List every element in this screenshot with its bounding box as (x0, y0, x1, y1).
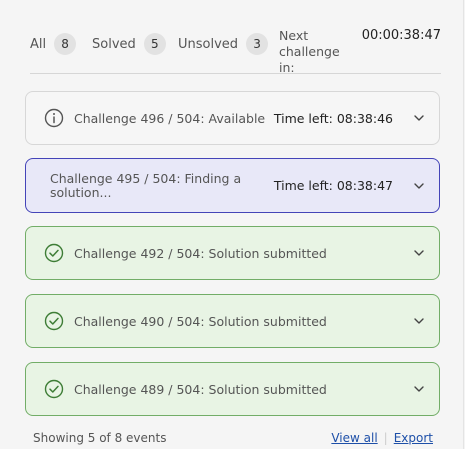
next-challenge-timer: 00:00:38:47 (361, 28, 441, 43)
challenge-title: Challenge 490 / 504: Solution submitted (74, 313, 327, 329)
info-icon (44, 108, 64, 128)
chevron-down-icon[interactable] (413, 383, 425, 395)
time-left: Time left: 08:38:47 (273, 178, 393, 193)
next-challenge-label: Next challenge in: (279, 28, 340, 75)
footer-links: View all | Export (331, 431, 433, 445)
challenge-title: Challenge 489 / 504: Solution submitted (74, 381, 327, 397)
challenge-card-496[interactable]: Challenge 496 / 504: Available Time left… (25, 91, 440, 145)
check-circle-icon (44, 311, 64, 331)
chevron-down-icon[interactable] (413, 112, 425, 124)
view-all-link[interactable]: View all (331, 431, 377, 445)
challenge-card-489[interactable]: Challenge 489 / 504: Solution submitted (25, 362, 440, 416)
chevron-down-icon[interactable] (413, 247, 425, 259)
challenge-card-492[interactable]: Challenge 492 / 504: Solution submitted (25, 226, 440, 280)
events-summary: Showing 5 of 8 events (33, 431, 167, 445)
filter-unsolved-count: 3 (246, 33, 269, 55)
filter-unsolved[interactable]: Unsolved 3 (178, 33, 269, 55)
check-circle-icon (44, 379, 64, 399)
check-circle-icon (44, 243, 64, 263)
filter-solved[interactable]: Solved 5 (92, 33, 166, 55)
filter-unsolved-label: Unsolved (178, 36, 239, 52)
challenge-title: Challenge 492 / 504: Solution submitted (74, 245, 327, 261)
challenge-card-495[interactable]: Challenge 495 / 504: Finding a solution.… (25, 158, 440, 213)
events-footer: Showing 5 of 8 events View all | Export (33, 431, 433, 445)
filter-solved-count: 5 (143, 33, 166, 55)
chevron-down-icon[interactable] (413, 315, 425, 327)
challenge-card-490[interactable]: Challenge 490 / 504: Solution submitted (25, 294, 440, 348)
filter-all-label: All (30, 36, 47, 52)
challenge-title: Challenge 496 / 504: Available (74, 110, 266, 126)
challenge-events-panel: All 8 Solved 5 Unsolved 3 Next challenge… (0, 0, 464, 449)
filter-all-count: 8 (54, 33, 77, 55)
time-left: Time left: 08:38:46 (273, 110, 393, 126)
chevron-down-icon[interactable] (413, 180, 425, 192)
challenge-title: Challenge 495 / 504: Finding a solution.… (50, 170, 242, 200)
link-separator: | (383, 431, 388, 445)
filter-solved-label: Solved (92, 36, 136, 52)
filter-all[interactable]: All 8 (30, 33, 77, 55)
filter-bar: All 8 Solved 5 Unsolved 3 Next challenge… (30, 28, 441, 75)
export-link[interactable]: Export (394, 431, 433, 445)
